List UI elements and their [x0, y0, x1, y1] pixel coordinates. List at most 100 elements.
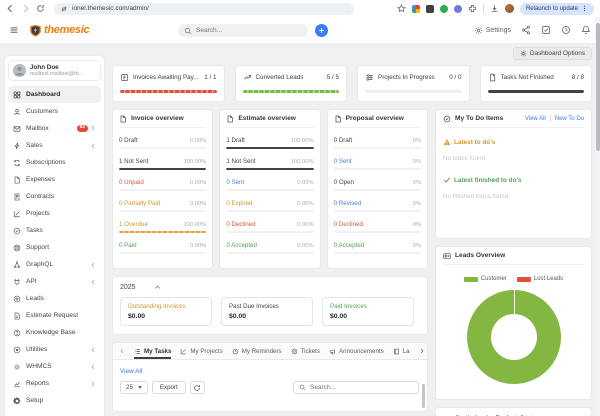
- tab-tickets[interactable]: Tickets: [291, 343, 320, 359]
- extension-icon-gear[interactable]: [453, 4, 462, 13]
- sidebar-item-estimate-request[interactable]: Estimate Request: [8, 307, 101, 324]
- leads-donut-chart[interactable]: [466, 290, 561, 384]
- sidebar-item-knowledge-base[interactable]: Knowledge Base: [8, 324, 101, 341]
- row-percent: 0%: [412, 159, 421, 165]
- history-clock-icon[interactable]: [561, 25, 571, 35]
- url-bar[interactable]: ionel.themesic.com/admin/: [54, 2, 354, 15]
- leads-card-icon: [443, 252, 451, 260]
- back-icon[interactable]: [6, 4, 15, 13]
- tab-latest-truncated[interactable]: La: [393, 343, 410, 359]
- user-card[interactable]: John Doe mailtest.mailtest@th...: [8, 60, 101, 81]
- sidebar-item-dashboard[interactable]: Dashboard: [8, 86, 101, 103]
- collapse-chevron-icon[interactable]: [154, 284, 161, 291]
- sidebar-item-leads[interactable]: Leads: [8, 290, 101, 307]
- row-label: 0 Unpaid: [119, 179, 144, 186]
- app-header: themesic Settings: [0, 17, 600, 44]
- tab-my-reminders[interactable]: My Reminders: [232, 343, 282, 359]
- tab-my-tasks[interactable]: My Tasks: [134, 343, 171, 359]
- browser-profile-avatar[interactable]: [504, 4, 514, 13]
- tab-my-projects[interactable]: My Projects: [180, 343, 223, 359]
- chevron-left-icon: [91, 126, 95, 131]
- row-percent: 0%: [412, 243, 421, 249]
- row-label: 1 Overdue: [119, 221, 148, 228]
- bookmark-star-icon[interactable]: [397, 4, 406, 13]
- sidebar-item-setup[interactable]: Setup: [8, 392, 101, 409]
- legend-item-customer[interactable]: Customer: [463, 276, 507, 282]
- stat-card-projects-in-progress[interactable]: Projects In Progress 0 / 0: [357, 65, 470, 102]
- new-todo-link[interactable]: New To Do: [555, 116, 584, 122]
- relaunch-update-button[interactable]: Relaunch to update: [519, 2, 594, 15]
- downloads-icon[interactable]: [490, 4, 499, 13]
- overview-row: 0 Draft 0.00%: [119, 133, 207, 149]
- view-all-link[interactable]: View All: [525, 116, 546, 122]
- notifications-bell-icon[interactable]: [581, 25, 591, 35]
- sidebar-toggle-icon[interactable]: [9, 25, 19, 35]
- app-logo[interactable]: themesic: [29, 24, 90, 37]
- chevron-left-icon: [91, 347, 95, 352]
- sidebar-item-api[interactable]: API: [8, 273, 101, 290]
- past-due-invoices-card[interactable]: Past Due Invoices $0.00: [221, 297, 313, 326]
- sidebar-item-reports[interactable]: Reports: [8, 375, 101, 392]
- dashboard-options-button[interactable]: Dashboard Options: [512, 47, 592, 60]
- stat-card-invoices-awaiting[interactable]: Invoices Awaiting Pay... 1 / 1: [112, 65, 225, 102]
- legend-item-lost-leads[interactable]: Lost Leads: [516, 276, 563, 282]
- row-percent: 100.00%: [183, 159, 207, 165]
- row-percent: 0.00%: [297, 180, 314, 186]
- stat-card-converted-leads[interactable]: Converted Leads 5 / 5: [234, 65, 347, 102]
- leads-overview-panel: Leads Overview Customer Lost Leads: [435, 246, 592, 400]
- view-all-link[interactable]: View All: [120, 368, 142, 375]
- empty-todos-text: No todos found: [443, 155, 485, 162]
- sidebar-item-support[interactable]: Support: [8, 239, 101, 256]
- leads-legend: Customer Lost Leads: [443, 276, 584, 282]
- page-scrollbar[interactable]: [595, 17, 600, 416]
- table-search[interactable]: [293, 381, 419, 394]
- row-label: 0 Draft: [333, 137, 353, 144]
- forward-icon[interactable]: [21, 4, 30, 13]
- browser-menu-icon[interactable]: [581, 5, 588, 12]
- tab-announcements[interactable]: Announcements: [329, 343, 384, 359]
- sidebar-item-customers[interactable]: Customers: [8, 103, 101, 120]
- sidebar-item-whmcs[interactable]: WHMCS: [8, 358, 101, 375]
- chevron-left-icon: [91, 262, 95, 267]
- sidebar-item-expenses[interactable]: Expenses: [8, 171, 101, 188]
- sidebar-item-contracts[interactable]: Contracts: [8, 188, 101, 205]
- sidebar-item-projects[interactable]: Projects: [8, 205, 101, 222]
- proposal-overview-panel: Proposal overview 0 Draft 0% 0 Sent 0% 0…: [326, 109, 428, 269]
- sidebar-item-sales[interactable]: Sales: [8, 137, 101, 154]
- panel-title: Invoice overview: [131, 115, 184, 122]
- extension-icon-green[interactable]: [439, 4, 448, 13]
- global-search-input[interactable]: [196, 27, 302, 34]
- refresh-button[interactable]: [189, 381, 205, 394]
- row-label: 0 Expired: [226, 200, 253, 207]
- extension-icon-screen[interactable]: [425, 4, 434, 13]
- create-new-button[interactable]: [315, 24, 328, 37]
- outstanding-invoices-card[interactable]: Outstanding Invoices $0.00: [120, 297, 212, 326]
- sidebar-item-utilities[interactable]: Utilities: [8, 341, 101, 358]
- export-button[interactable]: Export: [151, 381, 186, 394]
- sidebar: John Doe mailtest.mailtest@th... Dashboa…: [4, 55, 105, 416]
- share-icon[interactable]: [521, 25, 531, 35]
- extension-icon-colorful[interactable]: [411, 4, 420, 13]
- sidebar-item-tasks[interactable]: Tasks: [8, 222, 101, 239]
- panel-scrollbar[interactable]: [422, 384, 425, 408]
- sidebar-item-label: Utilities: [26, 346, 48, 353]
- sidebar-item-subscriptions[interactable]: Subscriptions: [8, 154, 101, 171]
- paid-invoices-card[interactable]: Paid Invoices $0.00: [322, 297, 414, 326]
- extensions-puzzle-icon[interactable]: [468, 4, 477, 13]
- check-square-icon[interactable]: [541, 25, 551, 35]
- stat-card-tasks-not-finished[interactable]: Tasks Not Finished 8 / 8: [479, 65, 592, 102]
- sliders-icon: [365, 73, 374, 82]
- gear-icon: [520, 50, 527, 57]
- tab-scroll-right-icon[interactable]: [419, 348, 425, 354]
- global-search[interactable]: [178, 24, 308, 37]
- scrollbar-thumb[interactable]: [595, 23, 600, 151]
- page-size-select[interactable]: 25: [120, 381, 148, 394]
- site-info-icon[interactable]: [60, 5, 68, 13]
- sidebar-item-mailbox[interactable]: Mailbox 62: [8, 120, 101, 137]
- sidebar-item-graphql[interactable]: GraphQL: [8, 256, 101, 273]
- reload-icon[interactable]: [36, 4, 45, 13]
- settings-button[interactable]: Settings: [474, 26, 511, 35]
- sidebar-nav: Dashboard Customers Mailbox 62 Sales Sub…: [8, 86, 101, 416]
- tab-scroll-left-icon[interactable]: [119, 348, 125, 354]
- table-search-input[interactable]: [310, 384, 413, 391]
